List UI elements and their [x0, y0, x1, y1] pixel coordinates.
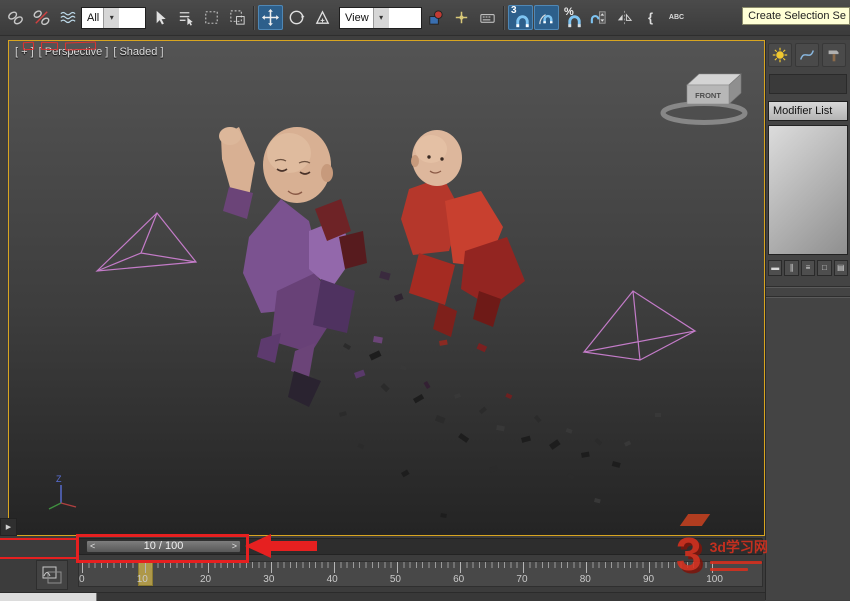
- annotation-arrow: [244, 532, 318, 561]
- select-and-rotate-icon[interactable]: [284, 5, 309, 30]
- world-axis-gizmo: Z: [49, 474, 76, 509]
- watermark-cube-icon: [680, 514, 710, 526]
- angle-snap-icon[interactable]: [534, 5, 559, 30]
- select-and-scale-icon[interactable]: [310, 5, 335, 30]
- modifier-stack-toolbar: ▬ ∥ ≡ □ ▤: [766, 255, 850, 278]
- bind-to-spacewarp-icon[interactable]: [55, 5, 80, 30]
- select-and-manipulate-icon[interactable]: [449, 5, 474, 30]
- right-tetrahedron-wireframe: [584, 291, 695, 360]
- ruler-label: 0: [79, 574, 85, 585]
- select-object-icon[interactable]: [147, 5, 172, 30]
- right-figure: [401, 130, 525, 337]
- modifier-list-dropdown[interactable]: Modifier List: [768, 101, 848, 121]
- sun-icon[interactable]: [768, 43, 792, 67]
- watermark-logo: 3 3d学习网: [670, 512, 804, 596]
- keyboard-override-icon[interactable]: [475, 5, 500, 30]
- panel-divider: [766, 286, 850, 288]
- percent-snap-icon[interactable]: %: [560, 5, 585, 30]
- viewport-shading-menu[interactable]: [ Shaded ]: [113, 46, 163, 58]
- ruler-label: 50: [390, 574, 401, 585]
- curve-icon[interactable]: [795, 43, 819, 67]
- panel-divider: [766, 296, 850, 298]
- ruler-label: 30: [263, 574, 274, 585]
- z-axis-label: Z: [56, 474, 62, 484]
- hammer-icon[interactable]: [822, 43, 846, 67]
- use-pivot-point-center-icon[interactable]: [423, 5, 448, 30]
- viewcube-front-face[interactable]: FRONT: [695, 91, 721, 100]
- modifier-stack-list[interactable]: [768, 125, 848, 255]
- rectangular-selection-region-icon[interactable]: [199, 5, 224, 30]
- reference-coordinate-value: View: [345, 12, 369, 24]
- track-bar: 0 10 20 30 40 50 60 70 80 90 100: [0, 558, 765, 592]
- command-panel-tabs: [766, 40, 850, 70]
- left-figure: [219, 127, 367, 407]
- timeline-ruler[interactable]: 0 10 20 30 40 50 60 70 80 90 100: [78, 561, 763, 587]
- select-by-name-icon[interactable]: [173, 5, 198, 30]
- scene-render: FRONT Z: [9, 41, 764, 535]
- annotation-box-left: [0, 538, 78, 559]
- show-end-result-button[interactable]: ∥: [784, 260, 798, 276]
- watermark-text: 3d学习网: [710, 537, 768, 571]
- viewport-layout-flyout[interactable]: ▶: [0, 518, 17, 536]
- annotation-box-slider: [76, 534, 249, 563]
- selection-filter-dropdown[interactable]: All ▾: [81, 7, 146, 29]
- top-toolbar: All ▾ View ▾ 3 % { ABC Create Selection Se: [0, 0, 850, 36]
- ruler-label: 60: [453, 574, 464, 585]
- ruler-label: 40: [327, 574, 338, 585]
- make-unique-button[interactable]: ≡: [801, 260, 815, 276]
- mini-curve-editor-button[interactable]: [36, 560, 68, 590]
- watermark-glyph: 3: [676, 531, 702, 577]
- timeline-scale: 0 10 20 30 40 50 60 70 80 90 100: [82, 562, 713, 586]
- ruler-label: 20: [200, 574, 211, 585]
- ruler-labels: 0 10 20 30 40 50 60 70 80 90 100: [79, 574, 723, 585]
- configure-modifier-sets-button[interactable]: ▤: [834, 260, 848, 276]
- ruler-label: 80: [580, 574, 591, 585]
- pin-stack-button[interactable]: ▬: [768, 260, 782, 276]
- ruler-label: 70: [516, 574, 527, 585]
- viewcube[interactable]: FRONT: [663, 74, 745, 123]
- ruler-label: 10: [137, 574, 148, 585]
- chevron-down-icon: ▾: [373, 8, 389, 28]
- select-and-move-icon[interactable]: [258, 5, 283, 30]
- spinner-snap-icon[interactable]: [586, 5, 611, 30]
- left-tetrahedron-wireframe: [97, 213, 196, 271]
- flyout-arrow-icon: ▶: [6, 523, 11, 531]
- brace-icon[interactable]: {: [638, 5, 663, 30]
- toolbar-separator: [253, 6, 255, 30]
- window-crossing-icon[interactable]: [225, 5, 250, 30]
- snap-toggle-3d-icon[interactable]: 3: [508, 5, 533, 30]
- ruler-label: 90: [643, 574, 654, 585]
- selection-filter-value: All: [87, 12, 99, 24]
- chevron-down-icon: ▾: [103, 8, 119, 28]
- remove-modifier-button[interactable]: □: [817, 260, 831, 276]
- 3dsmax-window: All ▾ View ▾ 3 % { ABC Create Selection Se: [0, 0, 850, 600]
- object-name-field[interactable]: [769, 74, 847, 94]
- reference-coordinate-dropdown[interactable]: View ▾: [339, 7, 422, 29]
- red-annotation-scribble: [23, 42, 96, 50]
- modifier-list-label: Modifier List: [773, 105, 832, 117]
- select-and-link-icon[interactable]: [3, 5, 28, 30]
- perspective-viewport[interactable]: FRONT Z [ + ] [ Perspective ] [ Shaded ]: [8, 40, 765, 536]
- create-selection-set-tooltip: Create Selection Se: [742, 7, 850, 25]
- unlink-selection-icon[interactable]: [29, 5, 54, 30]
- named-selection-sets-icon[interactable]: ABC: [664, 5, 689, 30]
- mirror-icon[interactable]: [612, 5, 637, 30]
- toolbar-separator: [503, 6, 505, 30]
